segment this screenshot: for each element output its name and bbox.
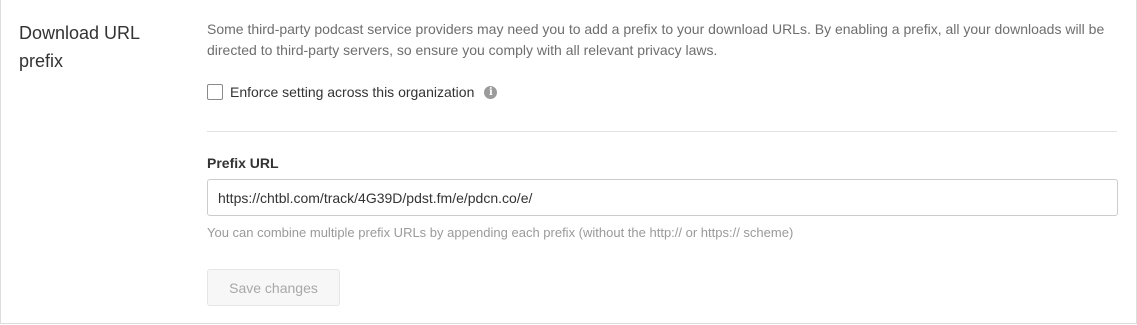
prefix-url-input[interactable] [207,179,1118,216]
info-icon[interactable]: i [484,85,498,99]
enforce-setting-checkbox[interactable] [207,84,223,100]
section-divider [207,131,1117,132]
save-changes-button[interactable]: Save changes [207,269,340,306]
section-title: Download URL prefix [19,23,140,71]
enforce-setting-label[interactable]: Enforce setting across this organization [230,84,474,100]
enforce-setting-row: Enforce setting across this organization… [207,82,498,102]
prefix-url-help-text: You can combine multiple prefix URLs by … [207,225,794,240]
download-url-prefix-panel: Download URL prefix Some third-party pod… [0,0,1137,324]
section-description: Some third-party podcast service provide… [207,21,1105,58]
prefix-url-label: Prefix URL [207,155,279,171]
